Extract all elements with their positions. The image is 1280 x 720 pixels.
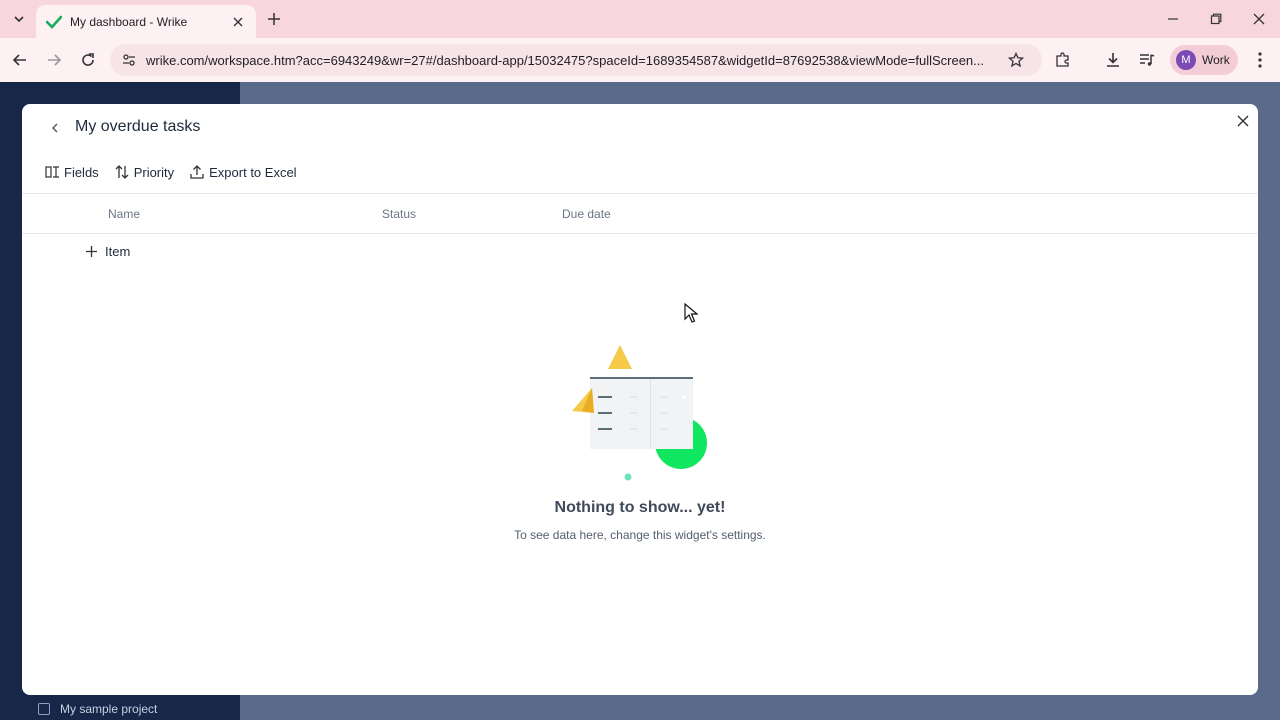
header-divider (22, 233, 1258, 234)
reload-icon (82, 53, 94, 66)
address-bar[interactable]: wrike.com/workspace.htm?acc=6943249&wr=2… (110, 44, 1042, 76)
browser-tab-bar: My dashboard - Wrike (0, 0, 1280, 38)
browser-toolbar: wrike.com/workspace.htm?acc=6943249&wr=2… (0, 38, 1280, 82)
back-button[interactable] (8, 48, 32, 72)
media-controls-button[interactable] (1135, 48, 1159, 72)
modal-title: My overdue tasks (75, 118, 201, 135)
bookmark-star-icon[interactable] (1006, 50, 1026, 70)
restore-window-button[interactable] (1205, 8, 1227, 30)
close-window-button[interactable] (1248, 8, 1270, 30)
back-button[interactable] (44, 117, 66, 139)
sidebar-item-my-sample-project[interactable]: My sample project (38, 702, 157, 716)
downloads-button[interactable] (1101, 48, 1125, 72)
wrike-checkmark-icon (46, 15, 62, 29)
empty-state-illustration (572, 345, 707, 481)
plus-icon (84, 245, 98, 259)
arrow-right-icon (48, 54, 62, 66)
priority-label: Priority (133, 164, 175, 180)
chevron-left-icon (52, 123, 58, 133)
chevron-down-icon (14, 16, 24, 23)
download-icon (1107, 53, 1119, 67)
extensions-button[interactable] (1051, 48, 1075, 72)
tab-title: My dashboard - Wrike (70, 14, 188, 29)
avatar: M (1176, 50, 1196, 70)
empty-state-subtitle: To see data here, change this widget's s… (514, 528, 766, 542)
add-item-label: Item (105, 244, 131, 259)
project-icon (38, 703, 50, 715)
minimize-window-button[interactable] (1162, 8, 1184, 30)
mouse-cursor-icon (684, 303, 698, 323)
browser-menu-button[interactable] (1248, 48, 1272, 72)
puzzle-icon (1056, 52, 1069, 67)
site-settings-icon[interactable] (120, 51, 138, 69)
playlist-music-icon (1140, 54, 1155, 66)
arrow-left-icon (12, 54, 26, 66)
widget-actions: Fields Priority Export to Excel (44, 162, 312, 182)
column-header-status[interactable]: Status (382, 207, 416, 221)
minimize-icon (1168, 18, 1178, 20)
new-tab-button[interactable] (264, 9, 284, 29)
fields-label: Fields (64, 164, 99, 180)
close-modal-button[interactable] (1232, 110, 1254, 132)
upload-icon (189, 164, 205, 180)
close-icon (1253, 13, 1265, 25)
more-vertical-icon (1258, 52, 1262, 68)
close-tab-icon[interactable] (230, 14, 246, 30)
reload-button[interactable] (76, 48, 100, 72)
export-label: Export to Excel (209, 164, 297, 180)
url-text[interactable]: wrike.com/workspace.htm?acc=6943249&wr=2… (146, 53, 996, 68)
column-header-name[interactable]: Name (108, 207, 140, 221)
widget-fullscreen-modal: My overdue tasks Fields Priority Export … (22, 104, 1258, 695)
close-icon (1237, 115, 1249, 127)
restore-icon (1210, 13, 1222, 25)
sidebar-item-label: My sample project (60, 702, 158, 716)
add-item-button[interactable]: Item (84, 244, 130, 259)
columns-icon (44, 164, 60, 180)
forward-button[interactable] (42, 48, 66, 72)
empty-state-title: Nothing to show... yet! (554, 499, 726, 516)
tab-search-button[interactable] (8, 8, 30, 30)
browser-tab[interactable]: My dashboard - Wrike (36, 5, 256, 38)
column-header-due-date[interactable]: Due date (562, 207, 611, 221)
fields-button[interactable]: Fields (44, 164, 99, 180)
toolbar-divider (22, 193, 1258, 194)
profile-button[interactable]: M Work (1170, 45, 1238, 75)
priority-sort-button[interactable]: Priority (114, 164, 174, 180)
plus-icon (268, 13, 280, 25)
profile-label: Work (1202, 53, 1230, 67)
sort-arrows-icon (114, 164, 130, 180)
export-to-excel-button[interactable]: Export to Excel (189, 164, 297, 180)
